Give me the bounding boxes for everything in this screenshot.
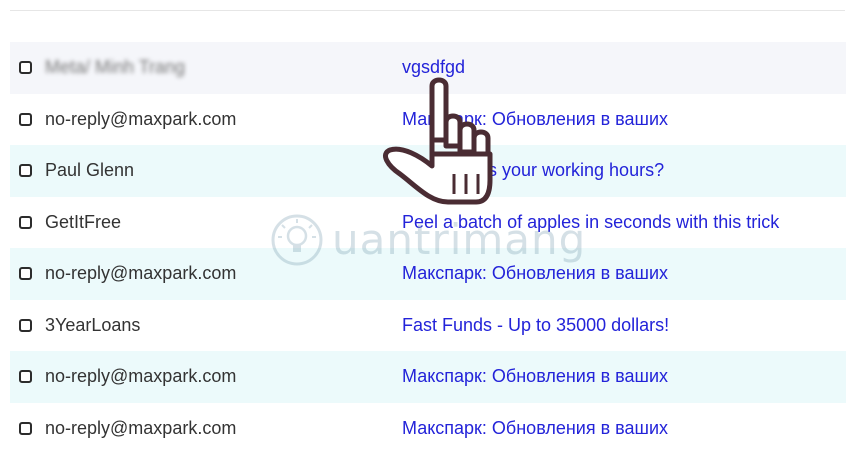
email-subject-link[interactable]: Макспарк: Обновления в ваших	[402, 263, 668, 284]
email-checkbox[interactable]	[19, 319, 32, 332]
email-sender: no-reply@maxpark.com	[45, 263, 236, 284]
email-row[interactable]: Paul Glenn s your working hours?	[10, 145, 846, 197]
email-subject-link[interactable]: Peel a batch of apples in seconds with t…	[402, 212, 779, 233]
email-subject-link[interactable]: vgsdfgd	[402, 57, 465, 78]
email-checkbox[interactable]	[19, 267, 32, 280]
email-checkbox[interactable]	[19, 422, 32, 435]
email-sender: Meta/ Minh Trang	[45, 57, 185, 78]
email-subject-link[interactable]: Макспарк: Обновления в ваших	[402, 109, 668, 130]
email-row[interactable]: no-reply@maxpark.com Макспарк: Обновлени…	[10, 351, 846, 403]
email-row[interactable]: no-reply@maxpark.com Макспарк: Обновлени…	[10, 248, 846, 300]
email-subject-link[interactable]: Макспарк: Обновления в ваших	[402, 418, 668, 439]
email-sender: GetItFree	[45, 212, 121, 233]
email-subject-link[interactable]: Макспарк: Обновления в ваших	[402, 366, 668, 387]
email-checkbox[interactable]	[19, 61, 32, 74]
email-row[interactable]: 3YearLoans Fast Funds - Up to 35000 doll…	[10, 300, 846, 352]
email-row[interactable]: Meta/ Minh Trang vgsdfgd	[10, 42, 846, 94]
email-subject-link[interactable]: s your working hours?	[488, 160, 664, 181]
email-checkbox[interactable]	[19, 216, 32, 229]
email-sender: Paul Glenn	[45, 160, 134, 181]
email-row[interactable]: no-reply@maxpark.com Макспарк: Обновлени…	[10, 94, 846, 146]
email-sender: no-reply@maxpark.com	[45, 418, 236, 439]
email-sender: no-reply@maxpark.com	[45, 109, 236, 130]
email-subject-link[interactable]: Fast Funds - Up to 35000 dollars!	[402, 315, 669, 336]
email-row[interactable]: no-reply@maxpark.com Макспарк: Обновлени…	[10, 403, 846, 454]
email-sender: 3YearLoans	[45, 315, 140, 336]
email-checkbox[interactable]	[19, 113, 32, 126]
email-checkbox[interactable]	[19, 164, 32, 177]
email-checkbox[interactable]	[19, 370, 32, 383]
email-sender: no-reply@maxpark.com	[45, 366, 236, 387]
top-divider	[10, 10, 845, 11]
email-row[interactable]: GetItFree Peel a batch of apples in seco…	[10, 197, 846, 249]
inbox-list: Meta/ Minh Trang vgsdfgd no-reply@maxpar…	[10, 42, 846, 454]
